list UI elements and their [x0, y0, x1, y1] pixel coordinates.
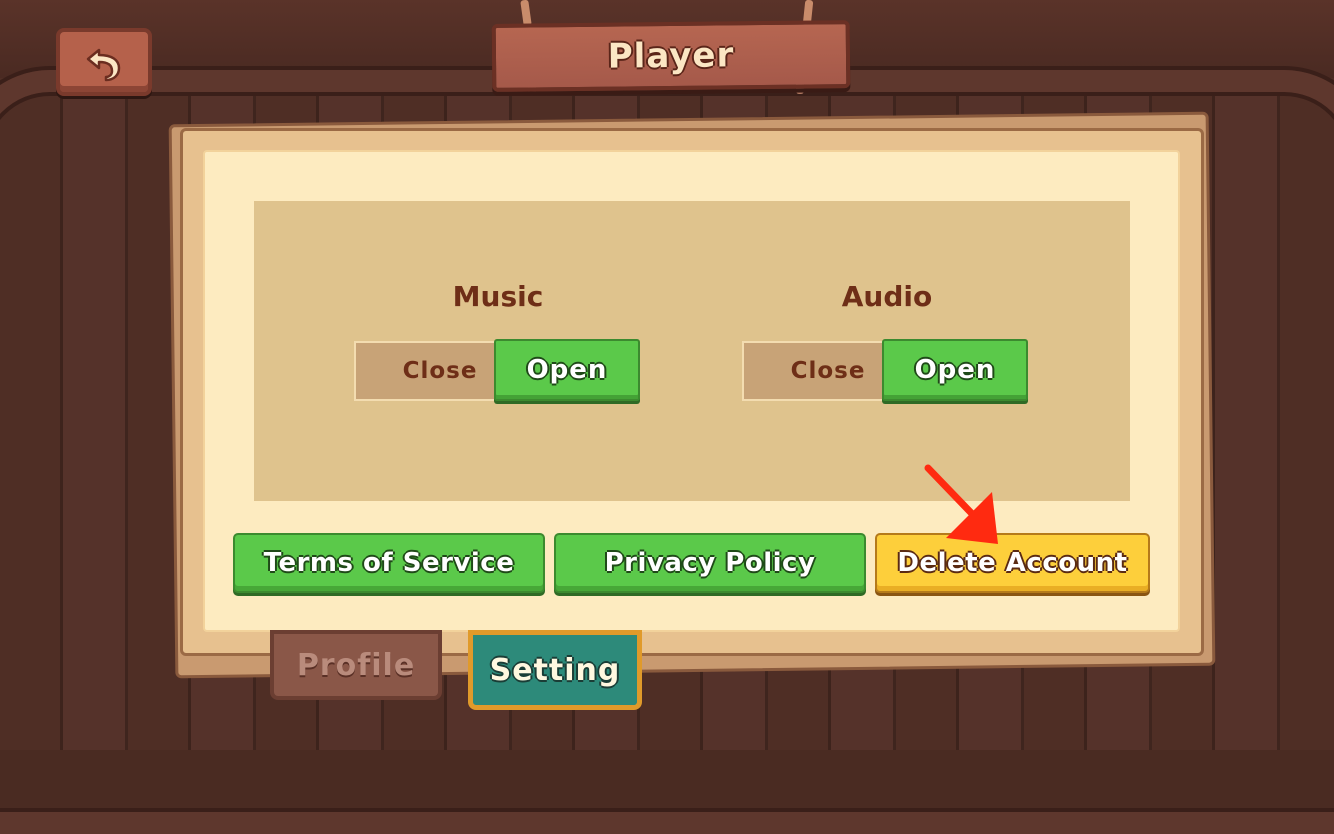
music-close-button[interactable]: Close [354, 341, 498, 401]
audio-close-button[interactable]: Close [742, 341, 886, 401]
privacy-policy-button[interactable]: Privacy Policy [554, 533, 866, 593]
back-button[interactable] [56, 28, 152, 96]
undo-arrow-icon [86, 48, 121, 82]
music-open-button[interactable]: Open [494, 339, 640, 401]
terms-of-service-button[interactable]: Terms of Service [233, 533, 545, 593]
title-sign: Player [491, 20, 851, 92]
audio-toggle: Close Open [742, 339, 1030, 403]
music-toggle: Close Open [354, 339, 642, 403]
audio-label: Audio [841, 280, 933, 313]
delete-account-button[interactable]: Delete Account [875, 533, 1150, 593]
audio-open-button[interactable]: Open [882, 339, 1028, 401]
tab-setting[interactable]: Setting [468, 630, 642, 710]
page-title: Player [607, 35, 735, 77]
tab-profile[interactable]: Profile [270, 630, 442, 700]
red-arrow-icon [924, 464, 998, 544]
music-label: Music [452, 280, 544, 313]
